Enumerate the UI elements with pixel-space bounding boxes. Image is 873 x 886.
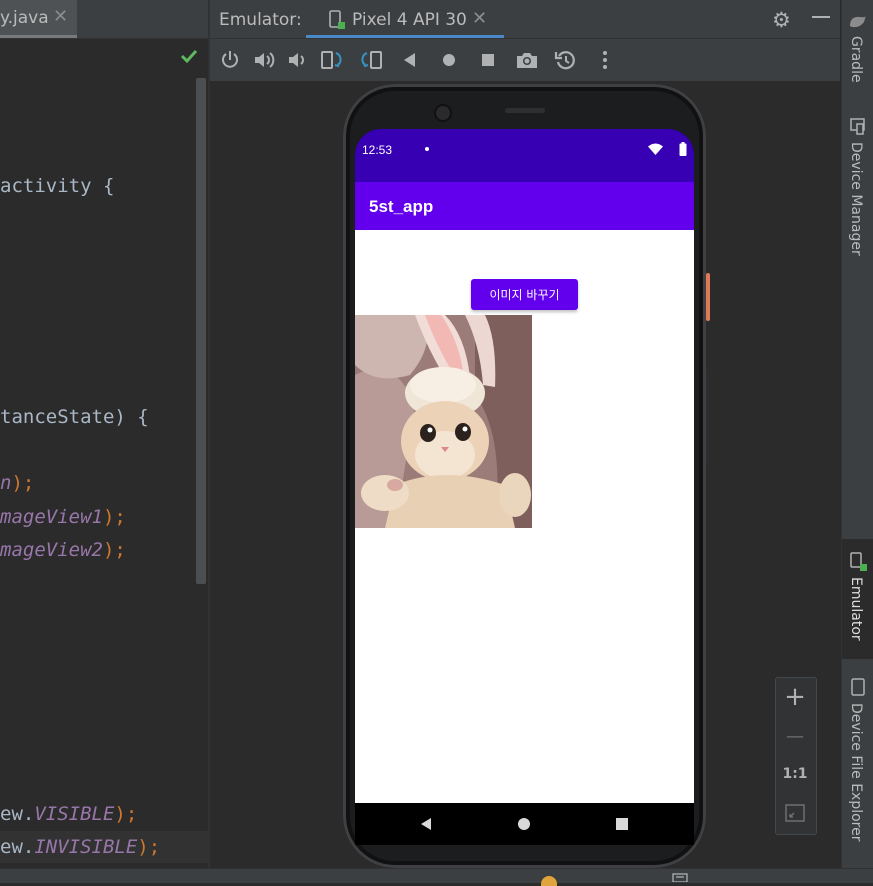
editor-tab-close-icon[interactable]: ✕ [53, 6, 68, 27]
change-image-button[interactable]: 이미지 바꾸기 [471, 279, 578, 310]
device-file-explorer-icon [851, 678, 865, 696]
code-line: mageView2); [0, 539, 126, 561]
minimize-icon[interactable] [812, 16, 830, 18]
event-log-indicator-icon[interactable] [541, 876, 557, 886]
emulator-tool-button[interactable]: Emulator [848, 577, 864, 641]
emulator-header [210, 0, 840, 39]
camera-icon[interactable] [515, 48, 539, 72]
gear-icon[interactable]: ⚙ [772, 8, 791, 32]
earpiece-speaker [505, 108, 545, 113]
volume-up-icon[interactable] [252, 48, 276, 72]
back-icon[interactable] [398, 48, 422, 72]
zoom-out-button[interactable]: — [775, 726, 815, 747]
snapshot-icon[interactable] [554, 48, 578, 72]
code-line: mageView1); [0, 506, 126, 528]
rotate-left-icon[interactable] [320, 48, 344, 72]
emulator-title: Emulator: [219, 10, 302, 30]
front-camera [436, 106, 450, 120]
device-tab-underline [306, 35, 504, 38]
nav-home-icon[interactable] [517, 817, 531, 831]
device-tab-label[interactable]: Pixel 4 API 30 [352, 10, 467, 30]
code-line: ew.VISIBLE); [0, 803, 138, 825]
android-status-bar [355, 129, 694, 182]
home-icon[interactable] [437, 48, 461, 72]
nav-back-icon[interactable] [419, 817, 433, 831]
code-semicolon: ); [11, 472, 35, 494]
volume-down-icon[interactable] [285, 48, 309, 72]
editor-scrollbar[interactable] [196, 78, 206, 584]
code-line: n); [0, 472, 35, 494]
rotate-right-icon[interactable] [359, 48, 383, 72]
phone-volume-button[interactable] [706, 370, 709, 466]
phone-power-button[interactable] [706, 273, 710, 321]
code-line: activity { [0, 175, 115, 197]
device-manager-tool-button[interactable]: Device Manager [848, 142, 864, 256]
power-icon[interactable] [218, 48, 242, 72]
gradle-tool-button[interactable]: Gradle [848, 36, 864, 83]
device-manager-icon [850, 118, 865, 135]
editor-tab-underline [0, 35, 77, 38]
cat-image [355, 315, 532, 528]
app-title: 5st_app [369, 197, 434, 216]
bottom-status-bar [0, 868, 873, 883]
gradle-icon[interactable] [848, 12, 868, 30]
editor-tab-label[interactable]: y.java [0, 8, 49, 28]
battery-icon [679, 142, 687, 156]
fit-screen-icon[interactable] [785, 804, 805, 822]
wifi-icon [648, 143, 663, 155]
zoom-actual-size-button[interactable]: 1:1 [775, 766, 815, 782]
device-file-explorer-tool-button[interactable]: Device File Explorer [848, 703, 864, 842]
check-icon[interactable] [180, 48, 198, 64]
code-line: tanceState) { [0, 406, 149, 428]
code-editor[interactable] [0, 0, 208, 868]
emulator-tool-icon [850, 552, 867, 571]
status-time: 12:53 [362, 143, 393, 157]
more-icon[interactable] [593, 48, 617, 72]
code-line: ew.INVISIBLE); [0, 836, 161, 858]
layout-inspector-icon[interactable] [672, 873, 688, 882]
device-tab-close-icon[interactable]: ✕ [472, 8, 487, 29]
overview-icon[interactable] [476, 48, 500, 72]
nav-recents-icon[interactable] [615, 817, 629, 831]
device-icon [329, 10, 345, 29]
notification-dot-icon [425, 147, 429, 151]
zoom-in-button[interactable]: + [775, 682, 815, 712]
